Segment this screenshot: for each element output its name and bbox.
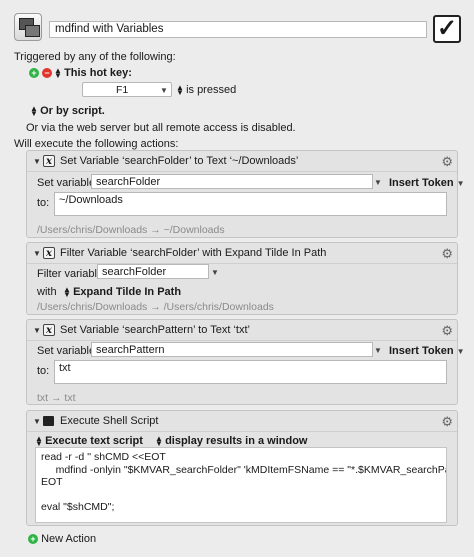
insert-token-button[interactable]: Insert Token ▼ bbox=[389, 177, 465, 189]
filter-type-popup[interactable]: ▲ ▼ Expand Tilde In Path bbox=[63, 285, 181, 300]
macro-icon bbox=[14, 13, 42, 41]
updown-icon: ▲ ▼ bbox=[176, 83, 184, 98]
updown-icon: ▲ ▼ bbox=[30, 104, 38, 119]
or-by-script-popup[interactable]: ▲ ▼ Or by script. bbox=[30, 104, 105, 119]
output-mode-popup[interactable]: ▲ ▼ display results in a window bbox=[155, 434, 307, 449]
add-trigger-icon[interactable]: + bbox=[29, 68, 39, 79]
terminal-icon bbox=[43, 416, 54, 426]
triggered-by-label: Triggered by any of the following: bbox=[14, 51, 176, 63]
action-title: Set Variable ‘searchPattern’ to Text ‘tx… bbox=[60, 324, 250, 336]
with-label: with bbox=[37, 286, 57, 298]
web-server-note: Or via the web server but all remote acc… bbox=[26, 122, 296, 134]
action-header: ▼ x Set Variable ‘searchFolder’ to Text … bbox=[27, 151, 457, 171]
updown-icon: ▲ ▼ bbox=[54, 66, 62, 81]
action-title: Execute Shell Script bbox=[60, 415, 159, 427]
updown-icon: ▲ ▼ bbox=[35, 434, 43, 449]
chevron-down-icon[interactable]: ▼ bbox=[211, 268, 219, 277]
variable-name-field[interactable]: searchPattern bbox=[91, 342, 373, 357]
gear-icon[interactable]: ⚙ bbox=[441, 246, 453, 262]
action-title: Filter Variable ‘searchFolder’ with Expa… bbox=[60, 247, 327, 259]
set-variable-label: Set variable bbox=[37, 177, 96, 189]
variable-x-icon: x bbox=[43, 247, 55, 259]
set-variable-label: Set variable bbox=[37, 345, 96, 357]
result-preview: /Users/chris/Downloads → ~/Downloads bbox=[37, 224, 225, 236]
gear-icon[interactable]: ⚙ bbox=[441, 154, 453, 170]
pressed-popup[interactable]: ▲ ▼ is pressed bbox=[176, 83, 236, 98]
action-set-variable-search-pattern[interactable]: ▼ x Set Variable ‘searchPattern’ to Text… bbox=[26, 319, 465, 405]
to-label: to: bbox=[37, 197, 50, 209]
disclosure-triangle-icon[interactable]: ▼ bbox=[33, 417, 41, 426]
chevron-down-icon[interactable]: ▼ bbox=[374, 178, 382, 187]
action-set-variable-search-folder[interactable]: ▼ x Set Variable ‘searchFolder’ to Text … bbox=[26, 150, 465, 238]
action-header: ▼ x Set Variable ‘searchPattern’ to Text… bbox=[27, 320, 457, 340]
variable-x-icon: x bbox=[43, 155, 55, 167]
disclosure-triangle-icon[interactable]: ▼ bbox=[33, 326, 41, 335]
result-preview: /Users/chris/Downloads → /Users/chris/Do… bbox=[37, 301, 274, 313]
action-filter-variable-search-folder[interactable]: ▼ x Filter Variable ‘searchFolder’ with … bbox=[26, 242, 458, 315]
action-header: ▼ x Filter Variable ‘searchFolder’ with … bbox=[27, 243, 457, 263]
macro-enabled-checkbox[interactable]: ✓ bbox=[433, 15, 461, 43]
macro-name-field[interactable]: mdfind with Variables bbox=[49, 21, 427, 38]
add-action-icon: + bbox=[28, 534, 38, 545]
variable-name-field[interactable]: searchFolder bbox=[91, 174, 373, 189]
gear-icon[interactable]: ⚙ bbox=[441, 323, 453, 339]
trigger-add-remove: + − bbox=[29, 67, 53, 79]
script-mode-popup[interactable]: ▲ ▼ Execute text script bbox=[35, 434, 143, 449]
variable-x-icon: x bbox=[43, 324, 55, 336]
disclosure-triangle-icon[interactable]: ▼ bbox=[33, 249, 41, 258]
to-label: to: bbox=[37, 365, 50, 377]
filter-variable-label: Filter variable bbox=[37, 268, 104, 280]
chevron-down-icon[interactable]: ▼ bbox=[374, 346, 382, 355]
gear-icon[interactable]: ⚙ bbox=[441, 414, 453, 430]
will-execute-label: Will execute the following actions: bbox=[14, 138, 179, 150]
trigger-type-popup[interactable]: ▲ ▼ This hot key: bbox=[54, 66, 132, 81]
updown-icon: ▲ ▼ bbox=[155, 434, 163, 449]
hotkey-value: F1 bbox=[116, 84, 129, 96]
new-action-button[interactable]: + New Action bbox=[28, 533, 96, 545]
result-preview: txt → txt bbox=[37, 392, 76, 404]
variable-name-field[interactable]: searchFolder bbox=[97, 264, 209, 279]
remove-trigger-icon[interactable]: − bbox=[42, 68, 53, 79]
insert-token-button[interactable]: Insert Token ▼ bbox=[389, 345, 465, 357]
chevron-down-icon: ▼ bbox=[160, 86, 168, 95]
hotkey-field[interactable]: F1 ▼ bbox=[82, 82, 172, 97]
variable-text-field[interactable]: txt bbox=[54, 360, 447, 384]
action-execute-shell-script[interactable]: ▼ Execute Shell Script ⚙ ▲ ▼ Execute text… bbox=[26, 410, 458, 526]
action-title: Set Variable ‘searchFolder’ to Text ‘~/D… bbox=[60, 155, 299, 167]
variable-text-field[interactable]: ~/Downloads bbox=[54, 192, 447, 216]
disclosure-triangle-icon[interactable]: ▼ bbox=[33, 157, 41, 166]
action-header: ▼ Execute Shell Script ⚙ bbox=[27, 411, 457, 431]
shell-script-text[interactable]: read -r -d '' shCMD <<EOT mdfind -onlyin… bbox=[35, 447, 447, 523]
updown-icon: ▲ ▼ bbox=[63, 285, 71, 300]
